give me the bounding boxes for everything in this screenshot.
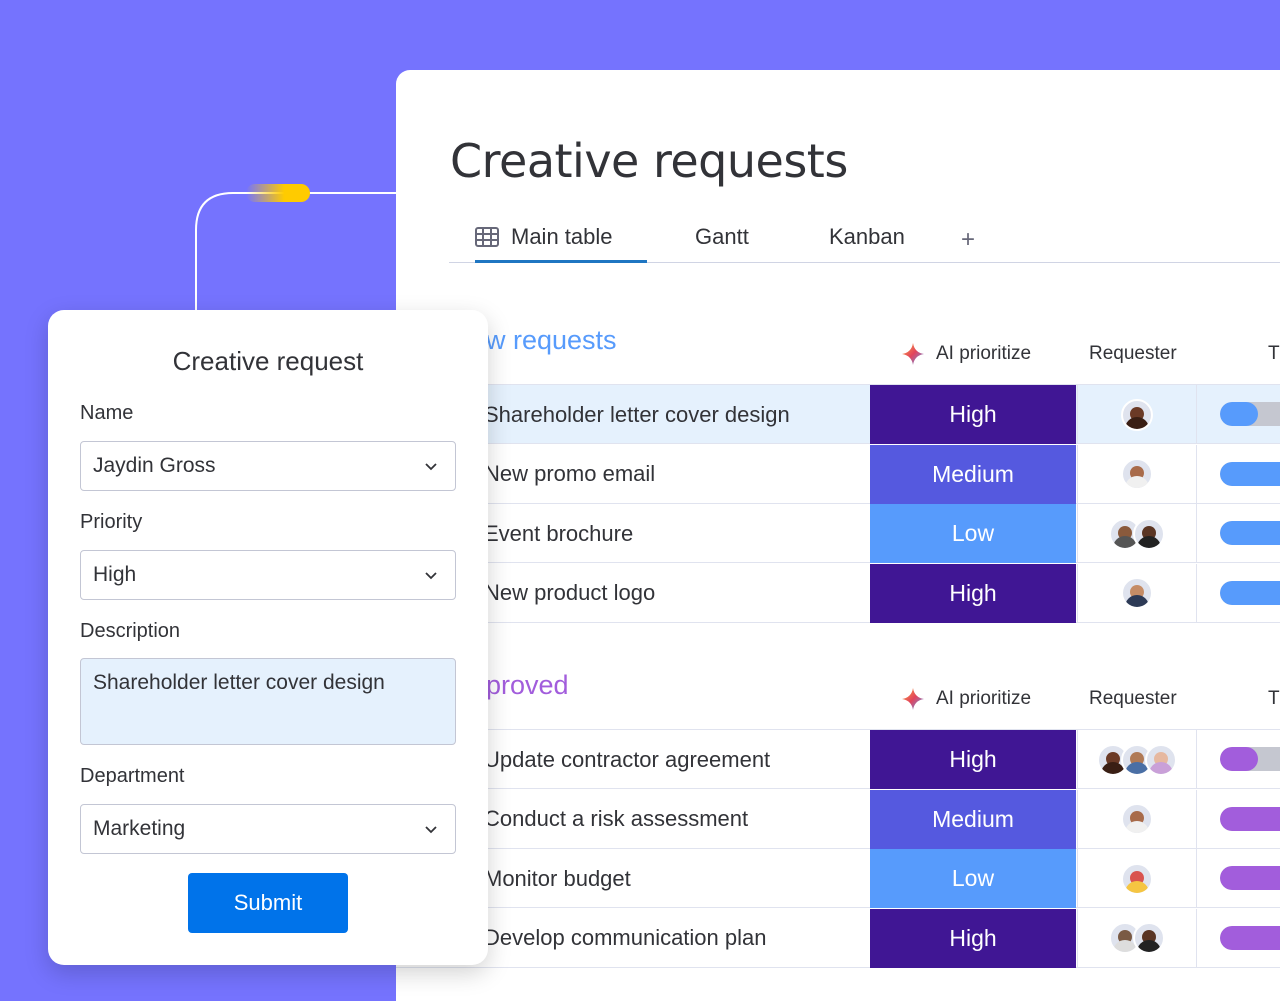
table-row[interactable]: Shareholder letter cover design High bbox=[396, 385, 1280, 444]
tab-main-table[interactable]: Main table bbox=[475, 220, 647, 263]
table-row[interactable]: Update contractor agreement High bbox=[396, 730, 1280, 789]
chevron-down-icon bbox=[425, 463, 437, 471]
priority-cell[interactable]: High bbox=[870, 385, 1076, 444]
name-label: Name bbox=[80, 402, 134, 424]
timeline-bar[interactable] bbox=[1220, 580, 1280, 605]
requester-cell[interactable] bbox=[1077, 444, 1197, 504]
group-title[interactable]: proved bbox=[486, 670, 569, 701]
table-icon bbox=[475, 227, 499, 247]
column-header-ai-prioritize[interactable]: AI prioritize bbox=[902, 688, 1031, 710]
avatar bbox=[1121, 458, 1153, 490]
priority-cell[interactable]: Medium bbox=[870, 444, 1076, 504]
item-name[interactable]: Conduct a risk assessment bbox=[484, 790, 748, 849]
chevron-down-icon bbox=[425, 826, 437, 834]
tab-label: Main table bbox=[511, 224, 613, 249]
avatar bbox=[1133, 517, 1165, 550]
table-row[interactable]: Monitor budget Low bbox=[396, 849, 1280, 908]
avatar bbox=[1145, 743, 1177, 776]
item-name[interactable]: Develop communication plan bbox=[484, 909, 767, 968]
department-select[interactable]: Marketing bbox=[80, 804, 456, 854]
group-title[interactable]: w requests bbox=[486, 325, 617, 356]
table-row[interactable]: Develop communication plan High bbox=[396, 908, 1280, 968]
request-form: Creative request Name Jaydin Gross Prior… bbox=[48, 310, 488, 965]
timeline-bar[interactable] bbox=[1220, 461, 1280, 486]
timeline-bar[interactable] bbox=[1220, 402, 1280, 426]
avatar bbox=[1121, 398, 1153, 431]
description-textarea[interactable]: Shareholder letter cover design bbox=[80, 658, 456, 745]
priority-cell[interactable]: High bbox=[870, 563, 1076, 623]
add-view-button[interactable]: + bbox=[961, 226, 975, 254]
avatar bbox=[1121, 577, 1153, 609]
item-name[interactable]: Monitor budget bbox=[484, 849, 631, 908]
timeline-fill bbox=[1220, 806, 1280, 831]
avatar bbox=[1133, 922, 1165, 954]
avatar bbox=[1121, 862, 1153, 895]
column-header-label: AI prioritize bbox=[936, 343, 1032, 364]
item-name[interactable]: Shareholder letter cover design bbox=[484, 385, 790, 444]
timeline-bar[interactable] bbox=[1220, 521, 1280, 545]
timeline-fill bbox=[1220, 866, 1280, 890]
item-name[interactable]: New promo email bbox=[484, 445, 655, 504]
requester-cell[interactable] bbox=[1077, 789, 1197, 849]
item-name[interactable]: New product logo bbox=[484, 564, 655, 623]
timeline-fill bbox=[1220, 461, 1280, 486]
board-title: Creative requests bbox=[450, 134, 848, 188]
priority-cell[interactable]: High bbox=[870, 908, 1076, 968]
column-header-requester[interactable]: Requester bbox=[1089, 688, 1177, 710]
column-header-requester[interactable]: Requester bbox=[1089, 343, 1177, 365]
sparkle-icon bbox=[902, 688, 924, 710]
tab-label: Kanban bbox=[829, 224, 905, 249]
tab-label: Gantt bbox=[695, 224, 749, 249]
requester-cell[interactable] bbox=[1077, 908, 1197, 968]
column-header-ai-prioritize[interactable]: AI prioritize bbox=[902, 343, 1031, 365]
requester-cell[interactable] bbox=[1077, 504, 1197, 563]
priority-cell[interactable]: High bbox=[870, 730, 1076, 789]
sparkle-icon bbox=[902, 343, 924, 365]
item-name[interactable]: Event brochure bbox=[484, 504, 633, 563]
priority-cell[interactable]: Low bbox=[870, 849, 1076, 908]
table-row[interactable]: Event brochure Low bbox=[396, 504, 1280, 563]
priority-value: High bbox=[93, 563, 137, 586]
table-row[interactable]: New promo email Medium bbox=[396, 444, 1280, 504]
timeline-fill bbox=[1220, 925, 1280, 950]
name-value: Jaydin Gross bbox=[93, 454, 216, 477]
priority-label: Priority bbox=[80, 511, 143, 533]
name-select[interactable]: Jaydin Gross bbox=[80, 441, 456, 491]
timeline-bar[interactable] bbox=[1220, 925, 1280, 950]
priority-select[interactable]: High bbox=[80, 550, 456, 600]
department-value: Marketing bbox=[93, 817, 186, 840]
column-header-timeline[interactable]: T bbox=[1268, 688, 1280, 710]
column-header-label: AI prioritize bbox=[936, 688, 1032, 709]
timeline-bar[interactable] bbox=[1220, 806, 1280, 831]
board-panel: Creative requests Main table Gantt Kanba… bbox=[396, 70, 1280, 1001]
connector-line bbox=[195, 184, 400, 312]
tab-gantt[interactable]: Gantt bbox=[695, 220, 749, 263]
department-label: Department bbox=[80, 765, 185, 787]
timeline-fill bbox=[1220, 580, 1280, 605]
form-title: Creative request bbox=[172, 346, 364, 376]
requester-cell[interactable] bbox=[1077, 385, 1197, 444]
view-tabs: Main table Gantt Kanban + bbox=[449, 220, 1280, 263]
table-row[interactable]: New product logo High bbox=[396, 563, 1280, 623]
requester-cell[interactable] bbox=[1077, 563, 1197, 623]
requester-cell[interactable] bbox=[1077, 730, 1197, 789]
timeline-bar[interactable] bbox=[1220, 747, 1280, 771]
requester-cell[interactable] bbox=[1077, 849, 1197, 908]
tab-kanban[interactable]: Kanban bbox=[829, 220, 905, 263]
avatar bbox=[1121, 803, 1153, 835]
description-label: Description bbox=[80, 620, 181, 642]
timeline-fill bbox=[1220, 402, 1259, 426]
timeline-fill bbox=[1220, 521, 1280, 545]
priority-cell[interactable]: Low bbox=[870, 504, 1076, 563]
priority-cell[interactable]: Medium bbox=[870, 789, 1076, 849]
column-header-timeline[interactable]: T bbox=[1268, 343, 1280, 365]
table-row[interactable]: Conduct a risk assessment Medium bbox=[396, 789, 1280, 849]
timeline-bar[interactable] bbox=[1220, 866, 1280, 890]
item-name[interactable]: Update contractor agreement bbox=[484, 730, 770, 789]
chevron-down-icon bbox=[425, 572, 437, 580]
timeline-fill bbox=[1220, 747, 1259, 771]
submit-button[interactable]: Submit bbox=[188, 873, 348, 933]
